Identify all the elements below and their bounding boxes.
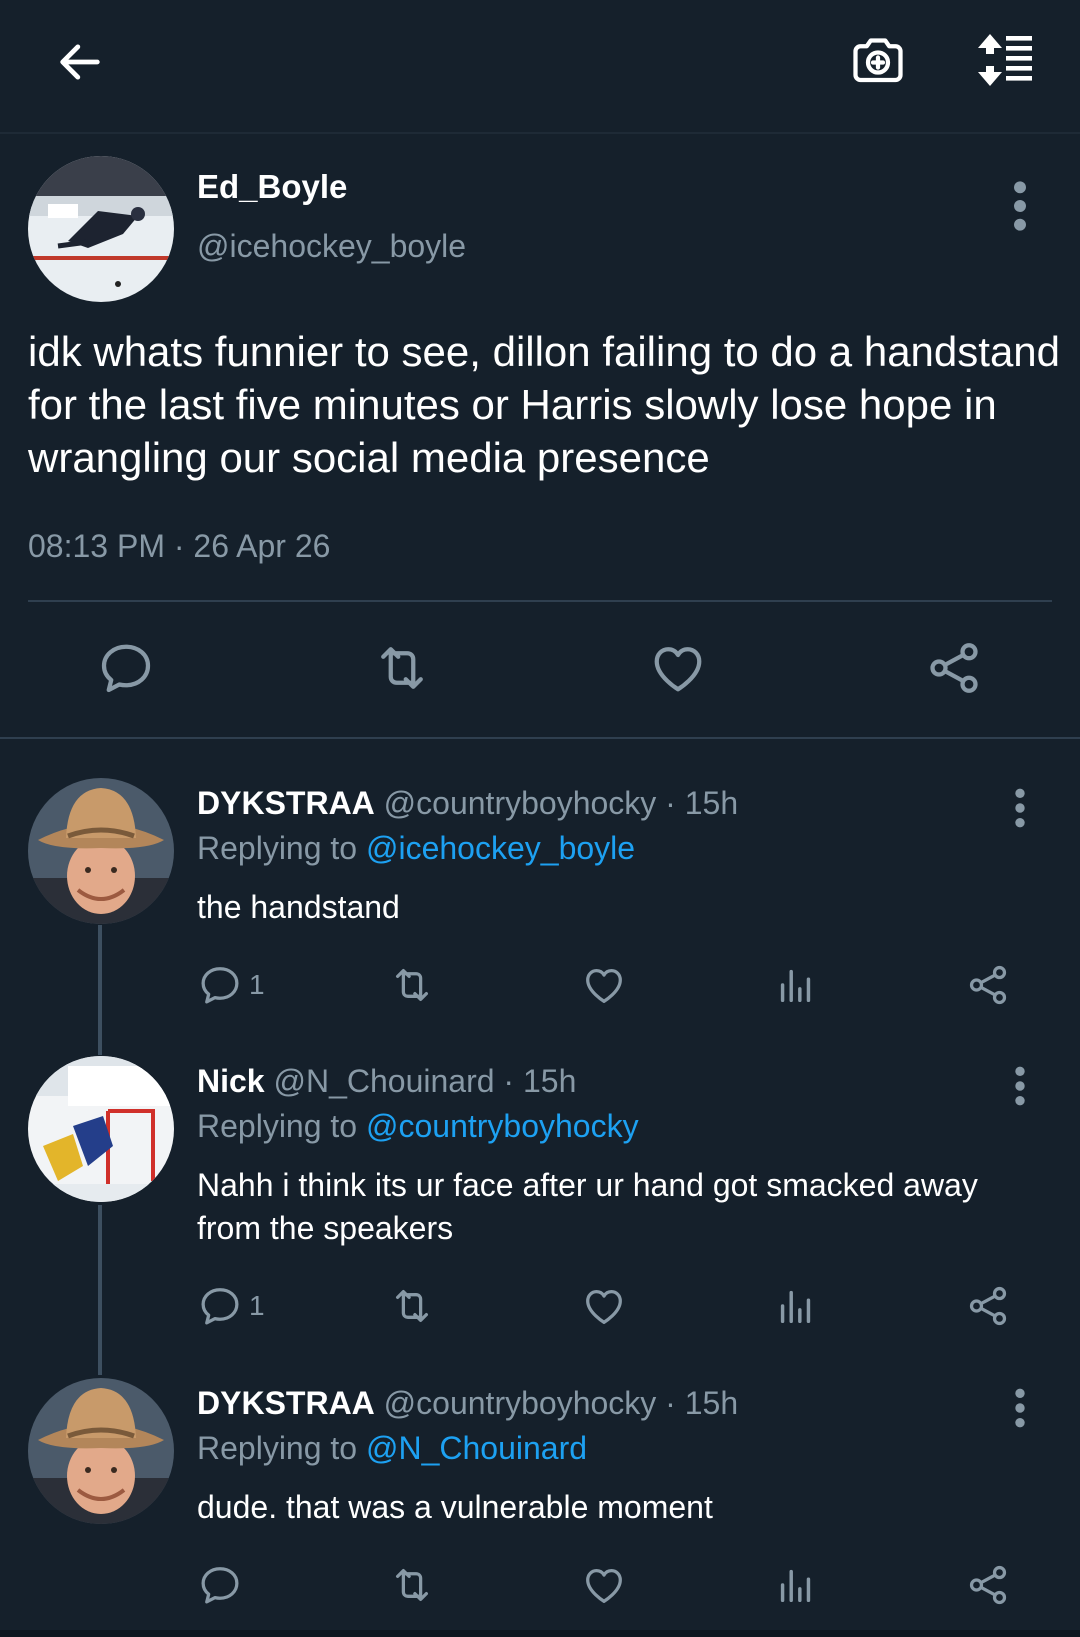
reply-display-name[interactable]: DYKSTRAA (197, 785, 375, 821)
avatar[interactable] (28, 1056, 174, 1202)
stats-icon[interactable] (773, 1283, 819, 1329)
more-options-icon[interactable] (1000, 1386, 1040, 1442)
back-arrow-icon[interactable] (40, 22, 120, 102)
reply-header: DYKSTRAA @countryboyhocky · 15h (197, 1385, 738, 1422)
reply-text: dude. that was a vulnerable moment (197, 1489, 713, 1525)
reply-header: DYKSTRAA @countryboyhocky · 15h (197, 785, 738, 822)
reply-icon[interactable]: 1 (197, 1283, 265, 1329)
stats-icon[interactable] (773, 962, 819, 1008)
reply-icon[interactable] (197, 1562, 243, 1608)
reply-text: Nahh i think its ur face after ur hand g… (197, 1167, 978, 1246)
avatar[interactable] (28, 156, 174, 302)
reply-icon[interactable]: 1 (197, 962, 265, 1008)
like-heart-icon[interactable] (581, 1562, 627, 1608)
tweet-timestamp: 08:13 PM · 26 Apr 26 (28, 528, 331, 564)
camera-plus-icon[interactable] (838, 20, 918, 100)
replying-to-label: Replying to (197, 1108, 358, 1144)
mention-link[interactable]: @icehockey_boyle (366, 830, 635, 866)
retweet-icon[interactable] (389, 962, 435, 1008)
like-heart-icon[interactable] (581, 962, 627, 1008)
author-handle[interactable]: @icehockey_boyle (197, 228, 466, 265)
stats-icon[interactable] (773, 1562, 819, 1608)
top-bar (0, 0, 1080, 134)
share-icon[interactable] (965, 1283, 1011, 1329)
divider (28, 600, 1052, 602)
reply-count: 1 (249, 969, 265, 1000)
divider (0, 1630, 1080, 1637)
share-icon[interactable] (965, 962, 1011, 1008)
like-heart-icon[interactable] (648, 638, 708, 698)
avatar[interactable] (28, 778, 174, 924)
mention-link[interactable]: @countryboyhocky (366, 1108, 639, 1144)
replying-to-label: Replying to (197, 830, 358, 866)
replying-to-label: Replying to (197, 1430, 358, 1466)
reply-icon[interactable] (96, 638, 156, 698)
more-options-icon[interactable] (1000, 786, 1040, 842)
replying-to-line: Replying to @N_Chouinard (197, 1430, 587, 1467)
reply-handle-time[interactable]: @countryboyhocky · 15h (384, 1385, 738, 1421)
thread-line (98, 925, 102, 1055)
reply-display-name[interactable]: Nick (197, 1063, 265, 1099)
share-icon[interactable] (924, 638, 984, 698)
reply-handle-time[interactable]: @countryboyhocky · 15h (384, 785, 738, 821)
retweet-icon[interactable] (389, 1283, 435, 1329)
more-options-icon[interactable] (1000, 178, 1040, 234)
avatar[interactable] (28, 1378, 174, 1524)
reply-display-name[interactable]: DYKSTRAA (197, 1385, 375, 1421)
divider (0, 737, 1080, 739)
tweet-actions (0, 638, 1080, 698)
retweet-icon[interactable] (389, 1562, 435, 1608)
retweet-icon[interactable] (372, 638, 432, 698)
tweet-text: idk whats funnier to see, dillon failing… (28, 328, 1061, 481)
more-options-icon[interactable] (1000, 1064, 1040, 1120)
replying-to-line: Replying to @icehockey_boyle (197, 830, 635, 867)
like-heart-icon[interactable] (581, 1283, 627, 1329)
reply-handle-time[interactable]: @N_Chouinard · 15h (273, 1063, 576, 1099)
reply-text: the handstand (197, 889, 400, 925)
thread-line (98, 1205, 102, 1375)
mention-link[interactable]: @N_Chouinard (366, 1430, 587, 1466)
reply-count: 1 (249, 1290, 265, 1321)
share-icon[interactable] (965, 1562, 1011, 1608)
author-display-name[interactable]: Ed_Boyle (197, 168, 347, 206)
replying-to-line: Replying to @countryboyhocky (197, 1108, 639, 1145)
sort-list-icon[interactable] (968, 20, 1048, 100)
reply-header: Nick @N_Chouinard · 15h (197, 1063, 576, 1100)
